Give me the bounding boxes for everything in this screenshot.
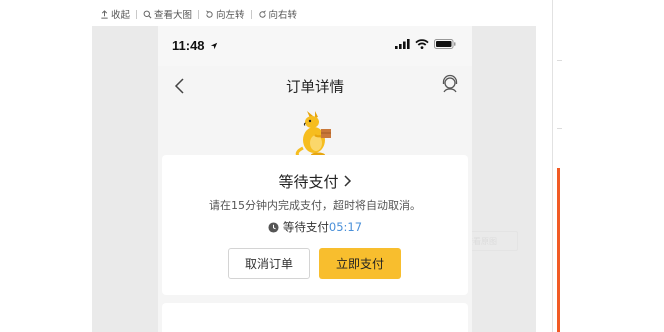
panel-divider [552, 0, 553, 332]
clock-icon [268, 222, 279, 236]
viewer-toolbar: 收起 查看大图 向左转 向右转 [100, 5, 297, 23]
location-arrow-icon [210, 42, 218, 50]
collapse-icon [101, 9, 108, 19]
order-status-card: 等待支付 请在15分钟内完成支付，超时将自动取消。 等待支付05:17 取消订单… [162, 155, 468, 295]
signal-icon [395, 39, 410, 49]
phone-screenshot: 11:48 订单详情 等待支付 请在15分钟内完成支付，超时将自动取消。 等待支… [158, 26, 472, 332]
rotate-right-button[interactable]: 向右转 [258, 7, 298, 21]
countdown-label: 等待支付 [282, 220, 329, 234]
customer-service-button[interactable] [438, 73, 462, 97]
order-status-title-text: 等待支付 [278, 173, 339, 191]
pay-now-button[interactable]: 立即支付 [319, 248, 401, 279]
status-time-text: 11:48 [172, 38, 205, 53]
search-icon [143, 10, 152, 18]
rotate-left-button[interactable]: 向左转 [205, 7, 245, 21]
status-icons [395, 39, 456, 49]
countdown-time: 05:17 [328, 220, 363, 234]
scroll-tick [557, 128, 562, 129]
toolbar-divider [198, 9, 200, 19]
scroll-tick [557, 60, 562, 61]
collapse-label: 收起 [111, 10, 131, 21]
view-large-button[interactable]: 查看大图 [143, 7, 192, 21]
toolbar-divider [250, 9, 252, 19]
kangaroo-mascot-icon [295, 111, 331, 159]
order-status-title[interactable]: 等待支付 [162, 171, 468, 192]
kangaroo-mascot [291, 110, 339, 160]
rotate-right-icon [258, 10, 266, 18]
toolbar-divider [136, 9, 138, 19]
cancel-order-button[interactable]: 取消订单 [228, 248, 310, 279]
scroll-indicator[interactable] [557, 168, 560, 332]
battery-icon [434, 39, 456, 49]
view-large-label: 查看大图 [154, 10, 193, 21]
payment-countdown: 等待支付05:17 [162, 219, 468, 236]
rotate-left-icon [206, 10, 213, 18]
order-detail-card [162, 303, 468, 332]
customer-service-icon [442, 74, 458, 93]
status-bar: 11:48 [158, 26, 472, 66]
page-title: 订单详情 [286, 80, 344, 96]
rotate-right-label: 向右转 [268, 10, 298, 21]
wifi-icon [415, 39, 429, 49]
status-time: 11:48 [172, 38, 218, 53]
order-status-description: 请在15分钟内完成支付，超时将自动取消。 [209, 199, 421, 212]
rotate-left-label: 向左转 [216, 10, 245, 21]
chevron-right-icon [343, 173, 352, 191]
nav-bar: 订单详情 [158, 66, 472, 106]
collapse-button[interactable]: 收起 [100, 7, 130, 21]
